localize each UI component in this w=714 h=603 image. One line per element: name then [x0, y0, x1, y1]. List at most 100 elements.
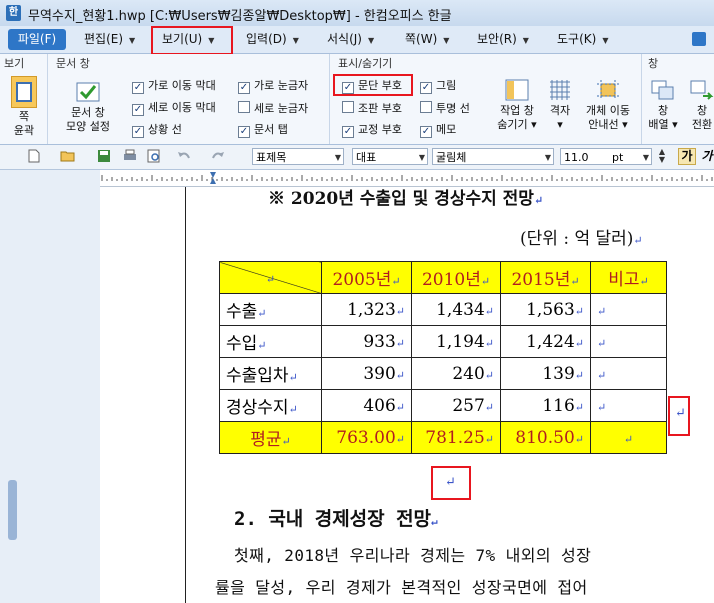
undo-icon[interactable] [176, 149, 192, 163]
paragraph-mark: ↵ [395, 336, 405, 350]
font-size-value: 11.0 [564, 151, 589, 164]
table-cell[interactable]: 763.00↵ [321, 421, 412, 454]
table-cell[interactable]: 1,323↵ [321, 293, 412, 326]
table-cell[interactable]: 1,563↵ [500, 293, 591, 326]
paragraph-mark: ↵ [484, 432, 494, 446]
open-folder-icon[interactable] [60, 149, 76, 163]
row-label-cell[interactable]: 경상수지↵ [219, 389, 322, 422]
vscroll-label: 세로 이동 막대 [148, 101, 216, 114]
file-menu[interactable]: 파일(F) [8, 29, 66, 50]
window-switch-button[interactable]: 창 전환 [682, 78, 714, 132]
vscroll-checkbox[interactable]: ✓ 세로 이동 막대 [132, 101, 216, 116]
table-cell[interactable]: 781.25↵ [411, 421, 501, 454]
note-cell[interactable]: ↵ [590, 389, 667, 422]
heading-text: ※ 2020년 수출입 및 경상수지 전망 [268, 189, 534, 209]
body-line-2: 률을 달성, 우리 경제가 본격적인 성장국면에 접어 [215, 578, 588, 597]
tab-tools[interactable]: 도구(K) ▼ [557, 29, 608, 50]
doctab-checkbox[interactable]: ✓ 문서 탭 [238, 123, 288, 138]
table-cell[interactable]: 257↵ [411, 389, 501, 422]
tab-security[interactable]: 보안(R) ▼ [477, 29, 529, 50]
note-cell[interactable]: ↵ [590, 325, 667, 358]
note-cell[interactable]: ↵ [590, 293, 667, 326]
paragraph-mark: ↵ [288, 371, 298, 384]
docwin-shape-button[interactable]: 문서 창 모양 설정 [58, 80, 118, 134]
guide-line-button[interactable]: 개체 이동 안내선 ▾ [578, 78, 638, 132]
chevron-down-icon: ▼ [522, 36, 529, 45]
ribbon-group-view: 보기 쪽 윤곽 [0, 54, 48, 144]
table-header-cell[interactable]: 2010년↵ [411, 261, 501, 294]
table-corner-cell[interactable]: ↵ [219, 261, 322, 294]
table-header-cell[interactable]: 2015년↵ [500, 261, 591, 294]
size-stepper[interactable]: ▲ ▼ [656, 148, 668, 165]
cell-value: 933 [363, 331, 396, 352]
side-panel-handle[interactable] [8, 480, 17, 540]
table-cell[interactable]: 810.50↵ [500, 421, 591, 454]
new-document-icon[interactable] [26, 149, 42, 163]
help-icon[interactable] [692, 32, 706, 46]
row-label: 평균 [250, 430, 282, 450]
window-arrange-button[interactable]: 창 배열 ▾ [646, 78, 680, 132]
row-label-cell[interactable]: 수출↵ [219, 293, 322, 326]
picture-checkbox[interactable]: ✓ 그림 [420, 79, 456, 94]
table-cell[interactable]: 406↵ [321, 389, 412, 422]
memo-checkbox[interactable]: ✓ 메모 [420, 123, 456, 138]
tab-format[interactable]: 서식(J) ▼ [327, 29, 374, 50]
control-code-checkbox[interactable]: 조판 부호 [342, 101, 402, 116]
picture-label: 그림 [436, 79, 457, 92]
table-cell[interactable]: 116↵ [500, 389, 591, 422]
paragraph-mark: ↵ [395, 432, 405, 446]
table-header-cell[interactable]: 2005년↵ [321, 261, 412, 294]
table-cell[interactable]: 1,434↵ [411, 293, 501, 326]
statusbar-checkbox[interactable]: ✓ 상황 선 [132, 123, 182, 138]
redo-icon[interactable] [210, 149, 226, 163]
row-label-cell[interactable]: 수입↵ [219, 325, 322, 358]
hscroll-checkbox[interactable]: ✓ 가로 이동 막대 [132, 79, 216, 94]
menu-bar: 파일(F) 편집(E) ▼ 보기(U) ▼ 입력(D) ▼ 서식(J) ▼ 쪽(W) ▼ … [0, 26, 714, 54]
hruler-checkbox[interactable]: ✓ 가로 눈금자 [238, 79, 308, 94]
table-header-row: ↵ 2005년↵ 2010년↵ 2015년↵ 비고↵ [219, 261, 667, 294]
memo-label: 메모 [436, 123, 457, 136]
cell-value: 257 [452, 395, 485, 416]
style-select[interactable]: 표제목 ▼ [252, 148, 344, 165]
cell-value: 390 [363, 363, 396, 384]
row-label: 수입 [226, 334, 258, 354]
table-cell[interactable]: 933↵ [321, 325, 412, 358]
tab-insert[interactable]: 입력(D) ▼ [246, 29, 299, 50]
language-select[interactable]: 대표 ▼ [352, 148, 428, 165]
table-cell[interactable]: 1,194↵ [411, 325, 501, 358]
chevron-down-icon: ▼ [602, 36, 609, 45]
transparent-line-checkbox[interactable]: 투명 선 [420, 101, 470, 116]
italic-button[interactable]: 가 [700, 148, 714, 165]
trade-table[interactable]: ↵ 2005년↵ 2010년↵ 2015년↵ 비고↵ 수출↵ 1,323↵ 1,… [219, 261, 667, 454]
font-select[interactable]: 굴림체 ▼ [432, 148, 554, 165]
table-cell[interactable]: 240↵ [411, 357, 501, 390]
font-size-input[interactable]: 11.0 pt ▼ [560, 148, 652, 165]
tab-format-label: 서식(J) [327, 32, 362, 46]
note-cell[interactable]: ↵ [590, 357, 667, 390]
proofread-checkbox[interactable]: ✓ 교정 부호 [342, 123, 402, 138]
hwp-app-icon: 한 [6, 5, 21, 21]
table-header-cell[interactable]: 비고↵ [590, 261, 667, 294]
bold-button[interactable]: 가 [678, 148, 696, 165]
vruler-checkbox[interactable]: 세로 눈금자 [238, 101, 308, 116]
fit-page-button[interactable]: 쪽 윤곽 [8, 76, 40, 138]
print-icon[interactable] [122, 149, 138, 163]
row-label-cell[interactable]: 평균↵ [219, 421, 322, 454]
table-cell[interactable]: 390↵ [321, 357, 412, 390]
preview-icon[interactable] [146, 149, 162, 163]
table-cell[interactable]: 139↵ [500, 357, 591, 390]
paragraph-mark: ↵ [395, 400, 405, 414]
save-icon[interactable] [96, 149, 112, 163]
table-average-row: 평균↵ 763.00↵ 781.25↵ 810.50↵ ↵ [219, 421, 667, 454]
paragraph-mark: ↵ [395, 304, 405, 318]
task-pane-button[interactable]: 작업 창 숨기기 ▾ [492, 78, 542, 132]
window-title: 무역수지_현황1.hwp [C:₩Users₩김종알₩Desktop₩] - 한… [28, 9, 452, 24]
table-cell[interactable]: 1,424↵ [500, 325, 591, 358]
note-cell[interactable]: ↵ [590, 421, 667, 454]
statusbar-label: 상황 선 [148, 123, 182, 136]
tab-edit[interactable]: 편집(E) ▼ [84, 29, 135, 50]
row-label: 수출 [226, 302, 258, 322]
tab-page[interactable]: 쪽(W) ▼ [405, 29, 449, 50]
row-label-cell[interactable]: 수출입차↵ [219, 357, 322, 390]
grid-button[interactable]: 격자 ▾ [542, 78, 578, 132]
